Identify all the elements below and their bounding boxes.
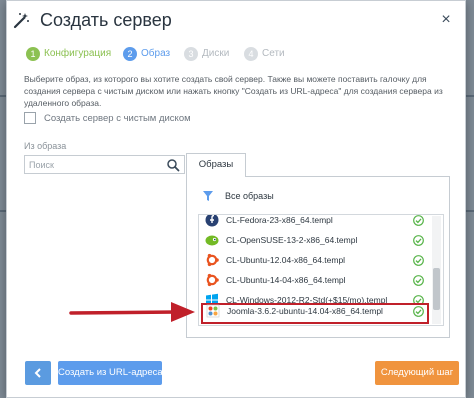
image-name: CL-Fedora-23-x86_64.templ bbox=[226, 215, 333, 225]
list-item[interactable]: CL-Ubuntu-12.04-x86_64.templ bbox=[201, 252, 429, 269]
check-circle-icon bbox=[413, 255, 424, 266]
ubuntu-icon bbox=[206, 273, 219, 287]
close-icon[interactable]: × bbox=[438, 12, 454, 28]
check-circle-icon bbox=[413, 235, 424, 246]
create-from-url-button[interactable]: Создать из URL-адреса bbox=[58, 361, 163, 385]
list-item[interactable]: CL-OpenSUSE-13-2-x86_64.templ bbox=[201, 232, 429, 249]
step-number: 3 bbox=[184, 47, 198, 61]
chevron-left-icon bbox=[34, 368, 41, 378]
list-item-selected[interactable]: Joomla-3.6.2-ubuntu-14.04-x86_64.templ bbox=[201, 303, 429, 324]
step-number: 2 bbox=[123, 47, 137, 61]
tab-images[interactable]: Образы bbox=[186, 153, 246, 177]
step-label: Диски bbox=[202, 48, 230, 59]
search-icon[interactable] bbox=[166, 158, 180, 172]
check-circle-icon bbox=[413, 306, 424, 317]
search-box[interactable] bbox=[24, 155, 185, 174]
image-name: CL-OpenSUSE-13-2-x86_64.templ bbox=[226, 235, 358, 245]
check-circle-icon bbox=[413, 215, 424, 226]
step-label: Сети bbox=[262, 48, 285, 59]
blank-disk-checkbox[interactable] bbox=[24, 112, 36, 124]
dialog-header: Создать сервер × bbox=[7, 1, 465, 41]
next-step-button[interactable]: Следующий шаг bbox=[375, 361, 459, 385]
filter-icon[interactable] bbox=[203, 191, 213, 201]
magic-wand-icon bbox=[13, 13, 29, 29]
step-label: Конфигурация bbox=[44, 48, 112, 59]
image-name: CL-Ubuntu-12.04-x86_64.templ bbox=[226, 255, 346, 265]
joomla-icon bbox=[206, 304, 220, 318]
list-item[interactable]: CL-Ubuntu-14-04-x86_64.templ bbox=[201, 272, 429, 289]
blank-disk-label: Создать сервер с чистым диском bbox=[44, 113, 191, 124]
dialog-title: Создать сервер bbox=[40, 10, 172, 30]
images-panel: Все образы CL-Fedora-23-x86_64.templ CL-… bbox=[186, 176, 450, 338]
search-input[interactable] bbox=[29, 158, 159, 172]
image-name: CL-Ubuntu-14-04-x86_64.templ bbox=[226, 275, 346, 285]
ubuntu-icon bbox=[206, 253, 219, 267]
step-number: 4 bbox=[244, 47, 258, 61]
instructions-text: Выберите образ, из которого вы хотите со… bbox=[24, 74, 443, 108]
image-list: CL-Fedora-23-x86_64.templ CL-OpenSUSE-13… bbox=[198, 214, 444, 326]
create-server-dialog: Создать сервер × 1 Конфигурация 2 Образ … bbox=[6, 0, 466, 398]
scrollbar-thumb[interactable] bbox=[433, 268, 440, 310]
from-image-label: Из образа bbox=[24, 141, 67, 151]
opensuse-icon bbox=[205, 235, 219, 246]
filter-label[interactable]: Все образы bbox=[225, 191, 274, 201]
list-item[interactable]: CL-Fedora-23-x86_64.templ bbox=[201, 215, 429, 229]
step-label: Образ bbox=[141, 48, 171, 59]
check-circle-icon bbox=[413, 275, 424, 286]
step-number: 1 bbox=[26, 47, 40, 61]
image-name: Joomla-3.6.2-ubuntu-14.04-x86_64.templ bbox=[227, 306, 383, 316]
back-button[interactable] bbox=[25, 361, 51, 385]
fedora-icon bbox=[205, 215, 219, 227]
arrow-icon bbox=[69, 302, 195, 322]
